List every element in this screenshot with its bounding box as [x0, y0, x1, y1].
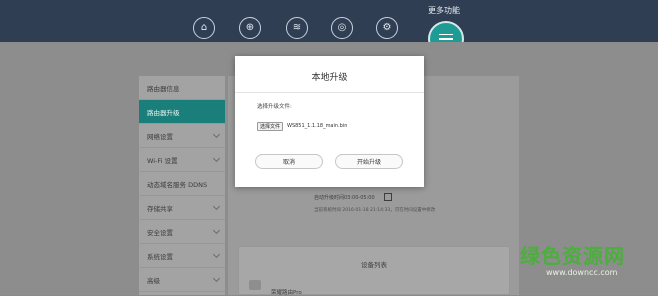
auto-upgrade-checkbox[interactable]	[384, 193, 392, 201]
sidebar-item-network-settings[interactable]: 网络设置	[139, 124, 225, 148]
chevron-down-icon	[212, 274, 221, 282]
watermark-url: www.downcc.com	[546, 268, 618, 277]
watermark: 绿色资源网 www.downcc.com	[520, 240, 650, 292]
cancel-button[interactable]: 取消	[255, 154, 323, 169]
home-icon[interactable]: ⌂	[193, 17, 215, 39]
dialog-title: 本地升级	[311, 73, 348, 83]
chevron-down-icon	[212, 202, 221, 210]
device-list-title: 设备列表	[361, 261, 387, 269]
more-features-label: 更多功能	[428, 6, 460, 15]
sidebar-item-advanced[interactable]: 高级	[139, 268, 225, 292]
devices-icon[interactable]: ⚙	[376, 17, 398, 39]
menu-line	[439, 33, 453, 36]
auto-upgrade-label: 自动升级时间03:00-05:00	[314, 195, 375, 201]
menu-line	[439, 38, 453, 40]
start-upgrade-button[interactable]: 开始升级	[335, 154, 403, 169]
sidebar-item-ddns[interactable]: 动态域名服务 DDNS	[139, 172, 225, 196]
chevron-down-icon	[212, 226, 221, 234]
sidebar: 路由器信息 路由器升级 网络设置 Wi-Fi 设置 动态域名服务 DDNS 存储…	[139, 76, 225, 295]
top-nav-bar: 更多功能 ⌂ ⊕ ≋ ◎ ⚙	[0, 0, 658, 42]
system-time-note: 当前系统时间 2016-01-18 21:14:33，可在时间设置中修改	[314, 208, 436, 213]
watermark-text: 绿色资源网	[520, 244, 625, 268]
internet-icon[interactable]: ◎	[331, 17, 353, 39]
router-icon	[249, 280, 261, 290]
sidebar-item-wifi-settings[interactable]: Wi-Fi 设置	[139, 148, 225, 172]
device-list-card: 设备列表 荣耀路由Pro	[238, 246, 510, 296]
globe-icon[interactable]: ⊕	[239, 17, 261, 39]
chevron-down-icon	[212, 154, 221, 162]
sidebar-item-router-upgrade[interactable]: 路由器升级	[139, 100, 225, 124]
chevron-down-icon	[212, 130, 221, 138]
sidebar-item-router-info[interactable]: 路由器信息	[139, 76, 225, 100]
selected-file-name: WS851_1.1.18_main.bin	[287, 123, 348, 129]
wifi-icon[interactable]: ≋	[286, 17, 308, 39]
sidebar-item-storage-sharing[interactable]: 存储共享	[139, 196, 225, 220]
local-upgrade-dialog: 本地升级 选择升级文件: 选择文件 WS851_1.1.18_main.bin …	[235, 56, 424, 187]
select-file-label: 选择升级文件:	[257, 104, 292, 110]
divider	[235, 92, 424, 93]
chevron-down-icon	[212, 250, 221, 258]
sidebar-item-system[interactable]: 系统设置	[139, 244, 225, 268]
sidebar-item-security[interactable]: 安全设置	[139, 220, 225, 244]
choose-file-button[interactable]: 选择文件	[257, 122, 284, 131]
